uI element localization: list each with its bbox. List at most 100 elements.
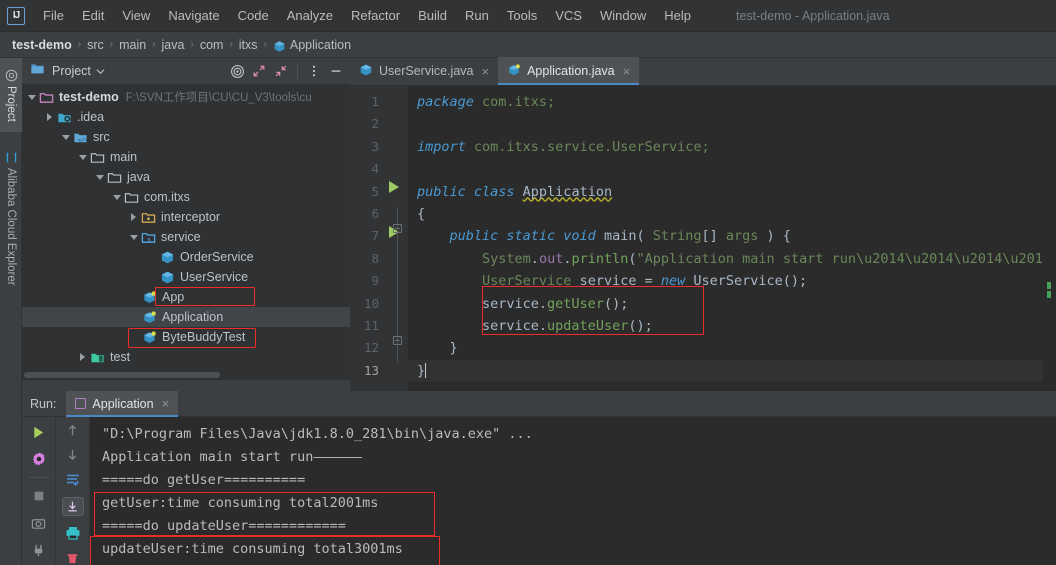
print-icon[interactable] [64, 525, 82, 541]
menu-item-vcs[interactable]: VCS [546, 4, 591, 27]
rerun-icon[interactable] [30, 423, 48, 441]
tree-row-bytebuddytest[interactable]: ByteBuddyTest [22, 327, 350, 347]
tool-window-button-alibaba-cloud-explorer[interactable]: Alibaba Cloud Explorer [0, 138, 22, 298]
menu-item-edit[interactable]: Edit [73, 4, 113, 27]
tree-row-com-itxs[interactable]: com.itxs [22, 187, 350, 207]
chevron-down-icon[interactable] [77, 152, 88, 163]
menu-item-help[interactable]: Help [655, 4, 700, 27]
chevron-down-icon[interactable] [128, 232, 139, 243]
menu-item-code[interactable]: Code [229, 4, 278, 27]
line-number: 4 [371, 161, 379, 177]
ide-window: IJ File Edit View Navigate Code Analyze … [0, 0, 1056, 565]
tree-row-src[interactable]: </> src [22, 127, 350, 147]
tree-label: Application [162, 310, 224, 324]
menu-bar: IJ File Edit View Navigate Code Analyze … [0, 0, 1056, 32]
chevron-down-icon[interactable] [60, 132, 71, 143]
camera-icon[interactable] [30, 514, 48, 532]
run-tab-application[interactable]: Application × [66, 390, 179, 417]
menu-item-navigate[interactable]: Navigate [159, 4, 228, 27]
breadcrumb-src[interactable]: src [87, 38, 104, 52]
tree-label: UserService [180, 270, 249, 284]
console-output[interactable]: "D:\Program Files\Java\jdk1.8.0_281\bin\… [90, 417, 1056, 565]
chevron-right-icon[interactable] [128, 212, 139, 223]
line-number-gutter: 1 2 3 4 5 6 7 8 9 10 11 12 13 [350, 86, 386, 391]
menu-item-analyze[interactable]: Analyze [278, 4, 342, 27]
tree-row-java[interactable]: java [22, 167, 350, 187]
expand-all-icon[interactable] [249, 61, 269, 81]
tree-row-app[interactable]: App [22, 287, 350, 307]
trash-icon[interactable] [64, 550, 82, 565]
change-marker [1047, 291, 1051, 298]
code-text[interactable]: package com.itxs; import com.itxs.servic… [408, 86, 1056, 391]
tree-row-interceptor[interactable]: interceptor [22, 207, 350, 227]
menu-item-refactor[interactable]: Refactor [342, 4, 409, 27]
tree-row-service[interactable]: s service [22, 227, 350, 247]
tree-row-main[interactable]: main [22, 147, 350, 167]
project-horizontal-scrollbar[interactable] [22, 369, 350, 380]
scroll-to-end-icon[interactable] [61, 496, 84, 516]
chevron-down-icon[interactable] [94, 172, 105, 183]
folder-icon [30, 61, 45, 81]
breadcrumb-main[interactable]: main [119, 38, 146, 52]
target-icon[interactable] [227, 61, 247, 81]
tree-row-orderservice[interactable]: OrderService [22, 247, 350, 267]
down-arrow-icon[interactable] [64, 447, 82, 462]
console-line: =====do getUser========== [102, 472, 306, 488]
run-class-gutter-icon[interactable] [389, 181, 399, 193]
plug-icon[interactable] [30, 541, 48, 559]
tool-window-button-project[interactable]: Project [0, 58, 22, 132]
hide-panel-icon[interactable] [326, 61, 346, 81]
tree-label: main [110, 150, 138, 164]
menu-item-build[interactable]: Build [409, 4, 456, 27]
menu-item-run[interactable]: Run [456, 4, 498, 27]
editor-tab-application[interactable]: Application.java × [498, 57, 640, 85]
menu-item-view[interactable]: View [113, 4, 159, 27]
project-tree[interactable]: test-demo F:\SVN工作项目\CU\CU_V3\tools\cu .… [22, 85, 350, 380]
console-line: getUser:time consuming total2001ms [102, 495, 379, 511]
close-icon[interactable]: × [623, 64, 631, 79]
chevron-down-icon[interactable] [111, 192, 122, 203]
settings-icon[interactable] [30, 450, 48, 468]
java-class-icon [273, 40, 286, 53]
breadcrumb-java[interactable]: java [162, 38, 185, 52]
menu-item-window[interactable]: Window [591, 4, 655, 27]
run-tab-label: Application [92, 396, 154, 411]
soft-wrap-icon[interactable] [64, 472, 82, 488]
breadcrumb-root[interactable]: test-demo [12, 38, 72, 52]
java-main-class-icon [507, 63, 521, 80]
collapse-all-icon[interactable] [271, 61, 291, 81]
tree-label: ByteBuddyTest [162, 330, 246, 344]
code-editor[interactable]: 1 2 3 4 5 6 7 8 9 10 11 12 13 package co… [350, 86, 1056, 419]
breadcrumb-com[interactable]: com [200, 38, 224, 52]
breadcrumb-itxs[interactable]: itxs [239, 38, 258, 52]
breadcrumb-class[interactable]: Application [290, 38, 351, 52]
tree-label: App [162, 290, 185, 304]
breadcrumb-separator: › [229, 39, 233, 50]
tree-row-userservice[interactable]: UserService [22, 267, 350, 287]
menu-item-tools[interactable]: Tools [498, 4, 546, 27]
fold-collapse-icon[interactable] [393, 224, 402, 233]
editor-tab-userservice[interactable]: UserService.java × [350, 57, 498, 85]
stop-icon[interactable] [30, 487, 48, 505]
close-icon[interactable]: × [481, 64, 489, 79]
tree-row-idea[interactable]: .idea [22, 107, 350, 127]
tree-row-application[interactable]: Application [22, 307, 350, 327]
close-icon[interactable]: × [162, 396, 170, 411]
gutter-markers [386, 86, 408, 391]
console-line: updateUser:time consuming total3001ms [102, 541, 403, 557]
chevron-down-icon[interactable] [26, 92, 37, 103]
more-options-icon[interactable] [304, 61, 324, 81]
chevron-right-icon[interactable] [44, 112, 55, 123]
chevron-right-icon[interactable] [77, 352, 88, 363]
menu-item-file[interactable]: File [34, 4, 73, 27]
folder-service-icon: s [141, 230, 156, 245]
editor-vertical-scrollbar[interactable] [1043, 114, 1056, 419]
chevron-down-icon[interactable] [91, 61, 111, 81]
console-line: "D:\Program Files\Java\jdk1.8.0_281\bin\… [102, 426, 533, 442]
line-number: 11 [363, 317, 379, 333]
tree-row-test-demo[interactable]: test-demo F:\SVN工作项目\CU\CU_V3\tools\cu [22, 87, 350, 107]
tree-row-test[interactable]: test [22, 347, 350, 367]
run-toolbar-secondary [56, 417, 90, 565]
fold-collapse-icon[interactable] [393, 336, 402, 345]
up-arrow-icon[interactable] [64, 423, 82, 438]
